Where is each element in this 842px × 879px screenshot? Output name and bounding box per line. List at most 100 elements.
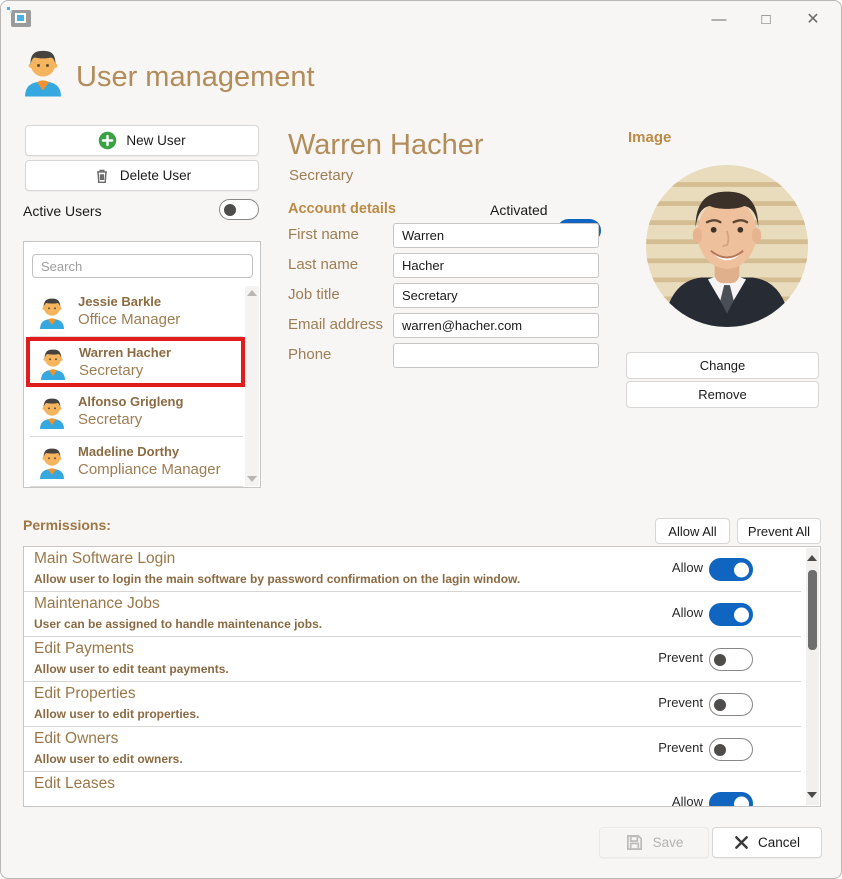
user-list-scrollbar[interactable] [245,286,259,486]
new-user-label: New User [126,133,185,148]
account-details-label: Account details [288,201,396,217]
search-input[interactable] [32,254,253,278]
plus-icon [98,131,117,150]
prevent-all-label: Prevent All [748,524,810,539]
user-list-item[interactable]: Alfonso Grigleng Secretary [26,387,245,437]
scroll-up-icon[interactable] [807,555,817,561]
user-list-item-selected[interactable]: Warren Hacher Secretary [26,337,245,387]
permission-toggle[interactable] [709,603,753,626]
permissions-scrollbar[interactable] [806,548,819,805]
image-section-title: Image [628,129,671,146]
permission-row: Main Software Login Allow user to login … [24,547,801,592]
user-role: Secretary [79,362,143,379]
phone-label: Phone [288,346,331,363]
email-address-label: Email address [288,316,383,333]
user-name: Jessie Barkle [78,294,161,309]
user-management-window: — □ ✕ User management New User [0,0,842,879]
permission-toggle[interactable] [709,558,753,581]
save-label: Save [653,835,684,850]
cancel-icon [734,835,749,850]
job-title-field[interactable] [393,283,599,308]
permission-toggle[interactable] [709,693,753,716]
permission-title: Edit Properties [34,685,136,703]
allow-all-button[interactable]: Allow All [655,518,730,544]
scroll-down-icon[interactable] [247,476,257,482]
user-list-panel: Jessie Barkle Office Manager Warren Hach… [23,241,261,488]
activated-label: Activated [490,202,548,218]
close-button[interactable]: ✕ [796,6,830,32]
page-title: User management [76,61,315,94]
user-list-item[interactable]: Jessie Barkle Office Manager [26,287,245,337]
permission-description: Allow user to login the main software by… [34,572,520,586]
allow-all-label: Allow All [668,524,716,539]
user-name: Madeline Dorthy [78,444,179,459]
minimize-button[interactable]: — [702,6,736,32]
scrollbar-thumb[interactable] [808,570,817,650]
permission-state-label: Prevent [658,650,703,665]
permission-description: Allow user to edit properties. [34,707,199,721]
user-role: Office Manager [78,311,180,328]
permission-row: Maintenance Jobs User can be assigned to… [24,592,801,637]
detail-user-name: Warren Hacher [288,129,484,162]
user-name: Warren Hacher [79,345,171,360]
scroll-down-icon[interactable] [807,792,817,798]
last-name-field[interactable] [393,253,599,278]
permission-state-label: Prevent [658,695,703,710]
permission-toggle[interactable] [709,648,753,671]
last-name-label: Last name [288,256,358,273]
active-users-label: Active Users [23,203,102,219]
permission-state-label: Allow [672,560,703,575]
first-name-label: First name [288,226,359,243]
app-icon [11,10,31,27]
permission-title: Main Software Login [34,550,175,568]
phone-field[interactable] [393,343,599,368]
remove-image-button[interactable]: Remove [626,381,819,408]
permission-title: Edit Owners [34,730,118,748]
user-avatar-icon [34,444,70,485]
cancel-button[interactable]: Cancel [712,827,822,858]
user-avatar-icon [34,394,70,435]
permission-row: Edit Owners Allow user to edit owners. P… [24,727,801,772]
user-avatar-icon [35,345,71,386]
first-name-field[interactable] [393,223,599,248]
delete-user-label: Delete User [120,168,191,183]
permission-row: Edit Payments Allow user to edit teant p… [24,637,801,682]
detail-user-role: Secretary [289,167,353,184]
user-role: Compliance Manager [78,461,221,478]
scroll-up-icon[interactable] [247,290,257,296]
permission-toggle[interactable] [709,738,753,761]
user-name: Alfonso Grigleng [78,394,183,409]
permission-description: Allow user to edit teant payments. [34,662,229,676]
save-button[interactable]: Save [599,827,709,858]
permission-description: Allow user to edit owners. [34,752,183,766]
change-image-label: Change [700,358,746,373]
permission-description: User can be assigned to handle maintenan… [34,617,322,631]
remove-image-label: Remove [698,387,746,402]
delete-user-button[interactable]: Delete User [25,160,259,191]
permission-title: Edit Leases [34,775,115,793]
permission-row: Edit Leases Allow [24,772,801,807]
permission-title: Maintenance Jobs [34,595,160,613]
maximize-button[interactable]: □ [749,6,783,32]
permission-state-label: Allow [672,605,703,620]
new-user-button[interactable]: New User [25,125,259,156]
user-avatar-icon [34,294,70,335]
permission-title: Edit Payments [34,640,134,658]
prevent-all-button[interactable]: Prevent All [737,518,821,544]
email-field[interactable] [393,313,599,338]
permission-row: Edit Properties Allow user to edit prope… [24,682,801,727]
user-list-item[interactable]: Madeline Dorthy Compliance Manager [26,437,245,487]
trash-icon [93,167,111,185]
permissions-title: Permissions: [23,517,111,533]
profile-photo [646,165,808,327]
permission-state-label: Prevent [658,740,703,755]
active-users-toggle[interactable] [219,199,259,220]
change-image-button[interactable]: Change [626,352,819,379]
cancel-label: Cancel [758,835,800,850]
job-title-label: Job title [288,286,340,303]
user-management-icon [16,44,70,103]
permissions-list: Main Software Login Allow user to login … [23,546,821,807]
permission-state-label: Allow [672,794,703,807]
permission-toggle[interactable] [709,792,753,807]
save-icon [625,833,644,852]
